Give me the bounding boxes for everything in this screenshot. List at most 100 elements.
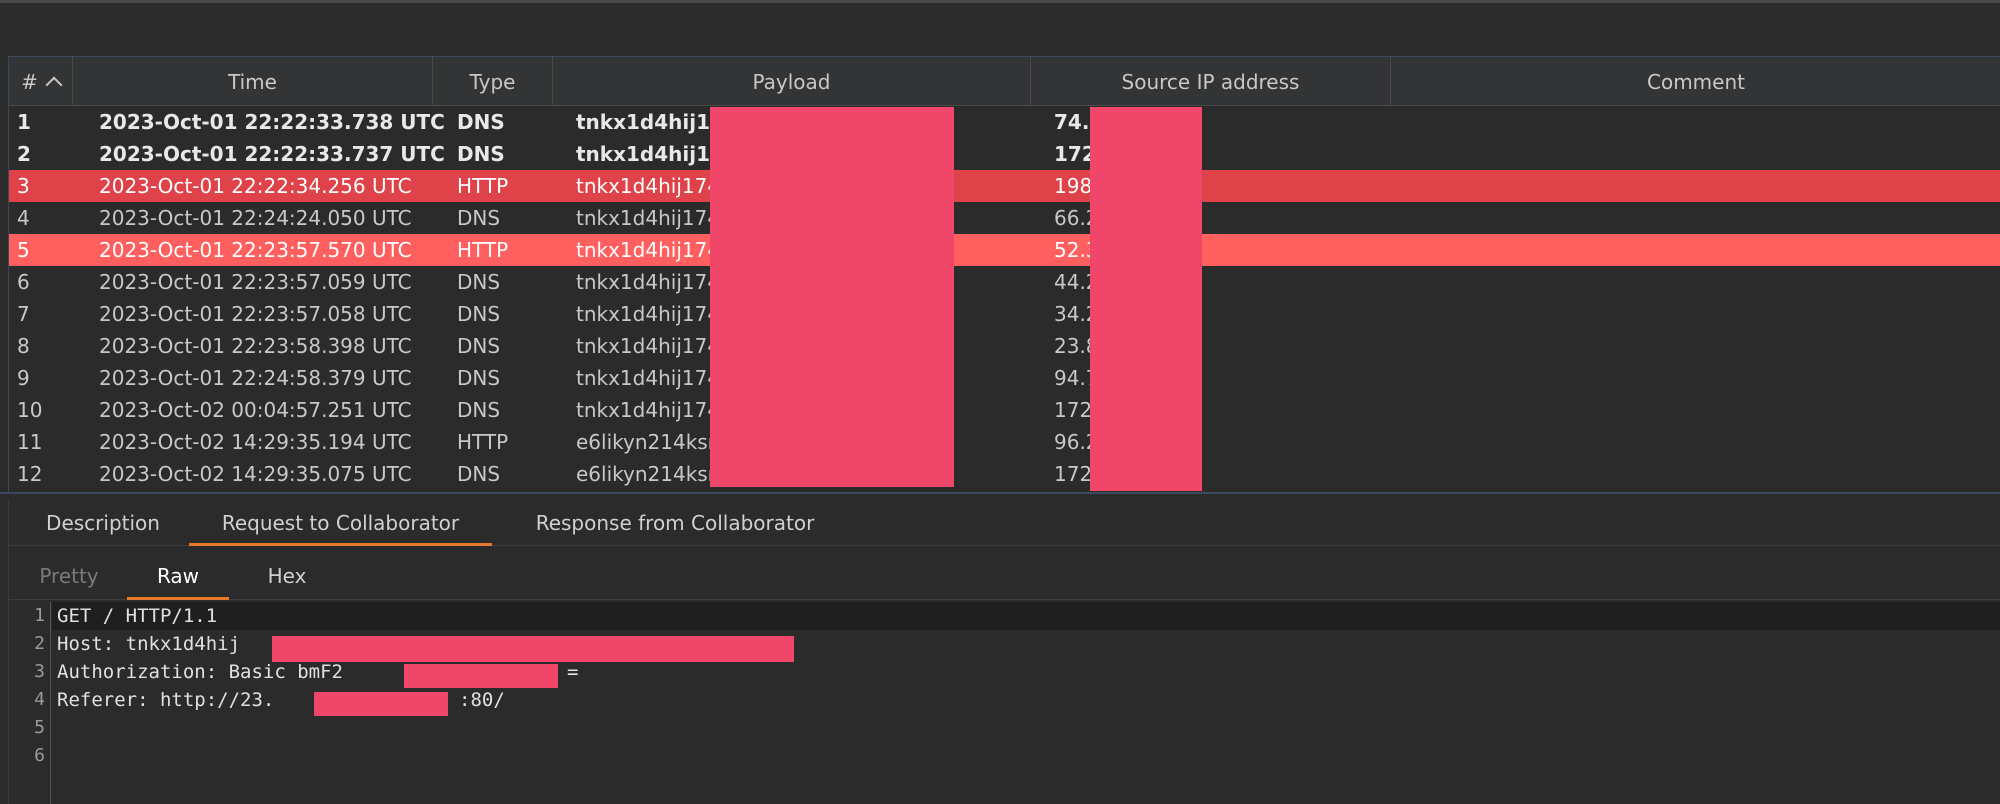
request-line-tail: :80/ [459,689,505,711]
request-line-tail: = [567,661,579,683]
request-editor[interactable]: 1 2 3 4 5 6 GET / HTTP/1.1 Host: tnkx1d4… [9,602,2000,804]
row-payload: tnkx1d4hij174 [576,270,716,294]
row-payload: e6likyn214ksr [576,462,716,486]
column-header-type[interactable]: Type [433,57,553,106]
row-time: 2023-Oct-02 00:04:57.251 UTC [99,398,412,422]
row-type: DNS [457,270,501,294]
row-number: 6 [17,270,30,294]
row-time: 2023-Oct-02 14:29:35.075 UTC [99,462,412,486]
table-row[interactable]: 6 2023-Oct-01 22:23:57.059 UTC DNS tnkx1d4h… [9,266,2000,298]
table-header: # Time Type Payload Source IP address Co… [9,57,2000,106]
tab-raw[interactable]: Raw [127,550,229,600]
row-time: 2023-Oct-01 22:24:24.050 UTC [99,206,412,230]
redaction-host [272,636,794,662]
request-line: Authorization: Basic bmF2 [57,661,343,683]
row-source-ip: 66.2 [1054,206,1094,230]
request-line: Host: tnkx1d4hij [57,633,241,655]
row-number: 7 [17,302,30,326]
row-time: 2023-Oct-01 22:22:33.737 UTC [99,142,445,166]
row-time: 2023-Oct-01 22:22:34.256 UTC [99,174,412,198]
request-line: GET / HTTP/1.1 [52,602,2000,630]
row-type: DNS [457,366,501,390]
row-payload: tnkx1d4hij174 [576,110,716,134]
row-type: DNS [457,302,501,326]
line-number: 2 [34,633,45,654]
row-payload: tnkx1d4hij174 [576,142,716,166]
table-row[interactable]: 2 2023-Oct-01 22:22:33.737 UTC DNS tnkx1d4h… [9,138,2000,170]
line-number: 5 [34,717,45,738]
table-row[interactable]: 8 2023-Oct-01 22:23:58.398 UTC DNS tnkx1d4h… [9,330,2000,362]
row-number: 5 [17,238,30,262]
row-time: 2023-Oct-01 22:24:58.379 UTC [99,366,412,390]
row-number: 12 [17,462,43,486]
tab-request-to-collaborator[interactable]: Request to Collaborator [189,500,492,546]
row-source-ip: 172. [1054,462,1094,486]
row-source-ip: 34.2 [1054,302,1094,326]
detail-tabs: Description Request to Collaborator Resp… [9,500,2000,546]
column-header-number[interactable]: # [9,57,73,106]
interactions-table: # Time Type Payload Source IP address Co… [8,56,2000,492]
table-row[interactable]: 1 2023-Oct-01 22:22:33.738 UTC DNS tnkx1d4h… [9,106,2000,138]
table-row[interactable]: 4 2023-Oct-01 22:24:24.050 UTC DNS tnkx1d4h… [9,202,2000,234]
tab-description[interactable]: Description [19,500,187,546]
row-source-ip: 94.7 [1054,366,1094,390]
row-time: 2023-Oct-01 22:22:33.738 UTC [99,110,445,134]
row-type: DNS [457,206,501,230]
row-payload: tnkx1d4hij174 [576,398,716,422]
row-source-ip: 172. [1054,142,1094,166]
line-number: 3 [34,661,45,682]
redaction-payload [710,107,954,487]
row-time: 2023-Oct-01 22:23:57.059 UTC [99,270,412,294]
row-source-ip: 172. [1054,398,1094,422]
row-payload: tnkx1d4hij174 [576,238,716,262]
row-type: HTTP [457,430,509,454]
table-row[interactable]: 11 2023-Oct-02 14:29:35.194 UTC HTTP e6liky… [9,426,2000,458]
row-type: DNS [457,110,505,134]
column-header-comment[interactable]: Comment [1391,57,2000,106]
row-number: 4 [17,206,30,230]
pane-splitter[interactable] [0,492,2000,500]
row-number: 8 [17,334,30,358]
column-header-payload[interactable]: Payload [553,57,1031,106]
table-row[interactable]: 12 2023-Oct-02 14:29:35.075 UTC DNS e6likyn… [9,458,2000,490]
row-source-ip: 74.1 [1054,110,1094,134]
tab-response-from-collaborator[interactable]: Response from Collaborator [509,500,841,546]
row-type: DNS [457,398,501,422]
column-header-source-ip[interactable]: Source IP address [1031,57,1391,106]
tab-pretty[interactable]: Pretty [19,550,119,600]
row-number: 10 [17,398,43,422]
row-number: 11 [17,430,43,454]
row-payload: e6likyn214ksr [576,430,716,454]
row-source-ip: 52.3 [1054,238,1094,262]
row-type: DNS [457,334,501,358]
row-number: 1 [17,110,31,134]
row-time: 2023-Oct-02 14:29:35.194 UTC [99,430,412,454]
row-source-ip: 23.8 [1054,334,1094,358]
row-type: HTTP [457,174,509,198]
row-time: 2023-Oct-01 22:23:57.058 UTC [99,302,412,326]
row-type: DNS [457,462,501,486]
row-payload: tnkx1d4hij174 [576,174,716,198]
row-source-ip: 198. [1054,174,1094,198]
row-type: HTTP [457,238,509,262]
table-row[interactable]: 9 2023-Oct-01 22:24:58.379 UTC DNS tnkx1d4h… [9,362,2000,394]
row-time: 2023-Oct-01 22:23:58.398 UTC [99,334,412,358]
column-header-time[interactable]: Time [73,57,433,106]
top-toolbar-area [0,0,2000,56]
redaction-authorization [404,664,558,688]
table-row[interactable]: 5 2023-Oct-01 22:23:57.570 UTC HTTP tnkx1d4… [9,234,2000,266]
tab-hex[interactable]: Hex [237,550,337,600]
row-number: 9 [17,366,30,390]
row-source-ip: 44.2 [1054,270,1094,294]
row-source-ip: 96.2 [1054,430,1094,454]
line-number: 6 [34,745,45,766]
table-row[interactable]: 10 2023-Oct-02 00:04:57.251 UTC DNS tnkx1d4… [9,394,2000,426]
redaction-source-ip [1090,107,1202,491]
row-payload: tnkx1d4hij174 [576,366,716,390]
row-time: 2023-Oct-01 22:23:57.570 UTC [99,238,412,262]
table-row[interactable]: 3 2023-Oct-01 22:22:34.256 UTC HTTP tnkx1d4… [9,170,2000,202]
line-number: 4 [34,689,45,710]
row-payload: tnkx1d4hij174 [576,206,716,230]
row-number: 3 [17,174,30,198]
table-row[interactable]: 7 2023-Oct-01 22:23:57.058 UTC DNS tnkx1d4h… [9,298,2000,330]
